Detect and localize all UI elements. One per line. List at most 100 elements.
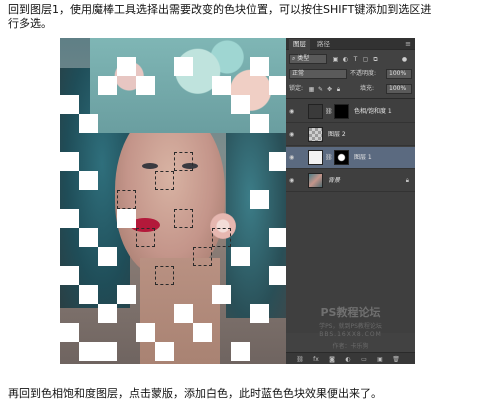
- mosaic-white-cell: [79, 342, 98, 361]
- mosaic-white-cell: [117, 209, 136, 228]
- instruction-text-bottom: 再回到色相饱和度图层，点击蒙版，添加白色，此时蓝色色块效果便出来了。: [8, 387, 382, 400]
- selection-marquee-cell: [155, 171, 174, 190]
- layer-background[interactable]: ◉ 背景 🔒︎: [286, 170, 415, 192]
- opacity-field[interactable]: 100%: [386, 69, 412, 79]
- adjustment-thumb-icon: [308, 104, 323, 119]
- layer-thumb: [308, 127, 323, 142]
- selection-marquee-cell: [174, 209, 193, 228]
- smart-filter-icon[interactable]: ⧉: [372, 56, 379, 63]
- blend-row: 正常 不透明度: 100%: [286, 68, 415, 80]
- filter-toggle-icon[interactable]: ●: [401, 56, 408, 63]
- selection-marquee-cell: [155, 266, 174, 285]
- mosaic-white-cell: [250, 304, 269, 323]
- layer-mask-thumb[interactable]: [334, 150, 349, 165]
- tab-paths[interactable]: 路径: [313, 39, 334, 50]
- mosaic-white-cell: [269, 228, 286, 247]
- selection-marquee-cell: [193, 247, 212, 266]
- lock-row: 锁定: ▦ ✎ ✥ 🔒︎ 填充: 100%: [286, 83, 415, 95]
- left-eye: [142, 163, 158, 169]
- layer-thumb: [308, 173, 323, 188]
- mosaic-white-cell: [79, 228, 98, 247]
- mosaic-white-cell: [117, 57, 136, 76]
- image-filter-icon[interactable]: ▣: [332, 56, 339, 63]
- mosaic-white-cell: [269, 76, 286, 95]
- layer-hue-saturation[interactable]: ◉ ⛓ 色相/饱和度 1: [286, 101, 415, 123]
- mosaic-white-cell: [117, 285, 136, 304]
- layer-1[interactable]: ◉ ⛓ 图层 1: [286, 147, 415, 169]
- visibility-eye-icon[interactable]: ◉: [289, 108, 296, 115]
- chain-link-icon: ⛓: [325, 108, 333, 115]
- watermark-title: PS教程论坛: [320, 306, 381, 319]
- mosaic-white-cell: [193, 323, 212, 342]
- visibility-eye-icon[interactable]: ◉: [289, 154, 296, 161]
- hair-right: [226, 118, 286, 318]
- layer-name: 背景: [328, 177, 341, 184]
- filter-kind-select[interactable]: ⌕ 类型: [289, 54, 327, 64]
- mosaic-white-cell: [136, 323, 155, 342]
- mosaic-white-cell: [60, 266, 79, 285]
- photo-canvas: [60, 38, 286, 364]
- blend-mode-select[interactable]: 正常: [289, 69, 347, 79]
- mosaic-white-cell: [98, 76, 117, 95]
- mosaic-white-cell: [60, 152, 79, 171]
- instruction-text-top: 回到图层1，使用魔棒工具选择出需要改变的色块位置，可以按住SHIFT键添加到选区…: [8, 3, 432, 30]
- mosaic-white-cell: [231, 247, 250, 266]
- watermark-author: 作者：卡乐狗: [332, 343, 369, 350]
- chain-link-icon: ⛓: [325, 154, 333, 161]
- fx-icon[interactable]: fx: [312, 356, 320, 363]
- mosaic-white-cell: [136, 76, 155, 95]
- lock-icon: 🔒︎: [405, 177, 409, 184]
- mosaic-white-cell: [79, 285, 98, 304]
- adjustment-icon[interactable]: ◐: [344, 356, 352, 363]
- watermark-subtitle: 学PS，就到PS教程论坛: [319, 323, 382, 330]
- mask-icon[interactable]: ◙: [328, 356, 336, 363]
- filter-kind-label: 类型: [297, 55, 310, 62]
- selection-marquee-cell: [117, 190, 136, 209]
- tab-layers[interactable]: 图层: [289, 39, 310, 50]
- link-icon[interactable]: ⛓: [296, 356, 304, 363]
- selection-marquee-cell: [174, 152, 193, 171]
- mosaic-white-cell: [79, 171, 98, 190]
- lock-label: 锁定:: [289, 85, 304, 92]
- panel-menu-icon[interactable]: ≡: [405, 40, 411, 48]
- mosaic-white-cell: [60, 323, 79, 342]
- mosaic-white-cell: [269, 266, 286, 285]
- mosaic-white-cell: [212, 76, 231, 95]
- adjustment-filter-icon[interactable]: ◐: [342, 56, 349, 63]
- visibility-eye-icon[interactable]: ◉: [289, 131, 296, 138]
- mosaic-white-cell: [250, 114, 269, 133]
- selection-marquee-cell: [212, 228, 231, 247]
- lock-transparency-icon[interactable]: ▦: [308, 86, 315, 93]
- layers-panel: 图层 路径 ≡ ⌕ 类型 ▣ ◐ T ▢ ⧉ ● 正常 不透明度: 100% 锁…: [286, 38, 415, 364]
- layer-mask-thumb[interactable]: [334, 104, 349, 119]
- mosaic-white-cell: [250, 190, 269, 209]
- layer-2[interactable]: ◉ 图层 2: [286, 124, 415, 146]
- mosaic-white-cell: [60, 209, 79, 228]
- trash-icon[interactable]: 🗑︎: [392, 356, 400, 363]
- mosaic-white-cell: [60, 95, 79, 114]
- folder-icon[interactable]: ▭: [360, 356, 368, 363]
- lock-all-icon[interactable]: 🔒︎: [335, 86, 342, 93]
- mosaic-white-cell: [212, 285, 231, 304]
- lock-pixels-icon[interactable]: ✎: [317, 86, 324, 93]
- mosaic-white-cell: [79, 114, 98, 133]
- layer-thumb: [308, 150, 323, 165]
- mosaic-white-cell: [98, 342, 117, 361]
- watermark-url: BBS.16XX8.COM: [319, 331, 382, 338]
- layer-name: 图层 2: [328, 131, 346, 138]
- layer-name: 图层 1: [354, 154, 372, 161]
- mosaic-white-cell: [250, 57, 269, 76]
- mosaic-white-cell: [231, 342, 250, 361]
- new-layer-icon[interactable]: ▣: [376, 356, 384, 363]
- panel-tab-bar: 图层 路径 ≡: [286, 38, 415, 50]
- fill-field[interactable]: 100%: [386, 84, 412, 94]
- type-filter-icon[interactable]: T: [352, 56, 359, 63]
- mosaic-white-cell: [231, 95, 250, 114]
- shape-filter-icon[interactable]: ▢: [362, 56, 369, 63]
- mosaic-white-cell: [98, 304, 117, 323]
- layer-name: 色相/饱和度 1: [354, 108, 392, 115]
- layers-list: ◉ ⛓ 色相/饱和度 1 ◉ 图层 2 ◉ ⛓ 图层 1 ◉ 背景 🔒︎ PS教…: [286, 98, 415, 350]
- filter-row: ⌕ 类型 ▣ ◐ T ▢ ⧉ ●: [286, 53, 415, 65]
- visibility-eye-icon[interactable]: ◉: [289, 177, 296, 184]
- lock-position-icon[interactable]: ✥: [326, 86, 333, 93]
